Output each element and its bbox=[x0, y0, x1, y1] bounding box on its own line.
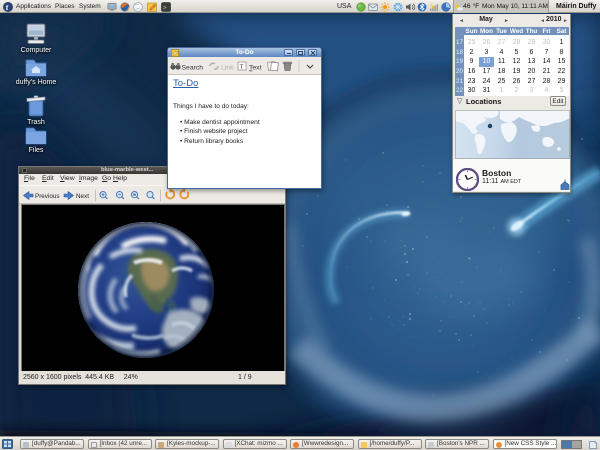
svg-text:T: T bbox=[240, 64, 244, 71]
svg-text:Search: Search bbox=[182, 65, 204, 72]
svg-text:Link: Link bbox=[221, 65, 234, 72]
svg-text:f: f bbox=[6, 3, 9, 12]
svg-text:Text: Text bbox=[249, 65, 262, 72]
svg-text:>: > bbox=[163, 6, 167, 12]
svg-text:Next: Next bbox=[76, 193, 89, 200]
svg-text:Previous: Previous bbox=[35, 193, 60, 200]
